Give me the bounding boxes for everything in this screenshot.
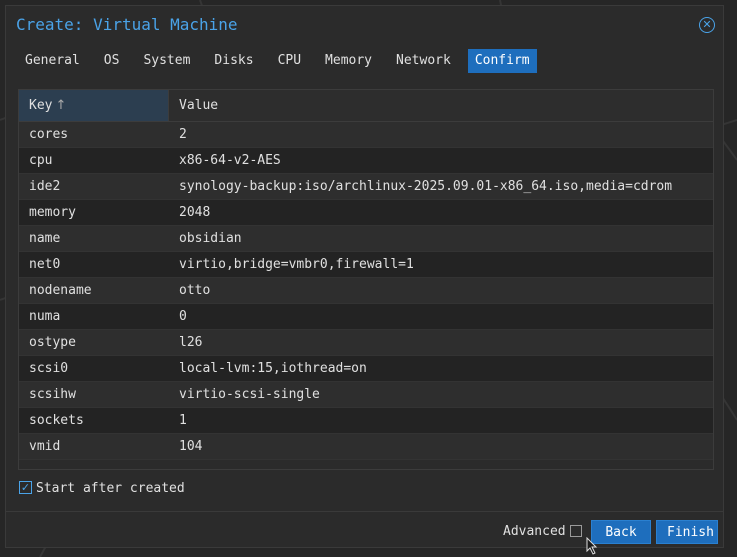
- dialog-titlebar: Create: Virtual Machine ✕: [6, 6, 723, 44]
- row-key: numa: [29, 309, 61, 324]
- row-key: nodename: [29, 283, 92, 298]
- row-key: vmid: [29, 439, 61, 454]
- tab-disks[interactable]: Disks: [207, 49, 260, 73]
- row-value: 2048: [179, 205, 211, 220]
- mouse-pointer-icon: [586, 537, 598, 555]
- tab-network[interactable]: Network: [389, 49, 458, 73]
- row-key: scsihw: [29, 387, 76, 402]
- start-after-created-label: Start after created: [36, 481, 185, 496]
- row-value: obsidian: [179, 231, 242, 246]
- advanced-label: Advanced: [503, 524, 566, 539]
- row-key: scsi0: [29, 361, 69, 376]
- tab-system[interactable]: System: [136, 49, 197, 73]
- finish-button[interactable]: Finish: [656, 520, 718, 544]
- sort-ascending-icon: ↑: [55, 98, 67, 113]
- table-row[interactable]: ide2 synology-backup:iso/archlinux-2025.0…: [19, 174, 713, 200]
- table-row[interactable]: scsihw virtio-scsi-single: [19, 382, 713, 408]
- row-value: otto: [179, 283, 211, 298]
- table-row[interactable]: net0 virtio,bridge=vmbr0,firewall=1: [19, 252, 713, 278]
- table-row[interactable]: numa 0: [19, 304, 713, 330]
- grid-header: Key ↑ Value: [19, 90, 713, 122]
- row-value: virtio-scsi-single: [179, 387, 320, 402]
- table-row[interactable]: sockets 1: [19, 408, 713, 434]
- row-key: ide2: [29, 179, 61, 194]
- table-row[interactable]: ostype l26: [19, 330, 713, 356]
- tab-confirm[interactable]: Confirm: [467, 49, 537, 73]
- table-row[interactable]: nodename otto: [19, 278, 713, 304]
- table-row[interactable]: name obsidian: [19, 226, 713, 252]
- row-value: l26: [179, 335, 203, 350]
- advanced-checkbox[interactable]: [569, 524, 582, 537]
- close-icon[interactable]: ✕: [699, 17, 715, 33]
- row-value: virtio,bridge=vmbr0,firewall=1: [179, 257, 414, 272]
- column-header-key-label: Key: [29, 98, 53, 113]
- row-value: 1: [179, 413, 187, 428]
- tab-memory[interactable]: Memory: [318, 49, 379, 73]
- grid-body: cores 2 cpu x86-64-v2-AES ide2 synology-backu…: [19, 122, 713, 460]
- create-vm-dialog: Create: Virtual Machine ✕ General OS Sys…: [5, 5, 724, 548]
- dialog-footer: Advanced Back Finish: [6, 511, 723, 550]
- tab-cpu[interactable]: CPU: [271, 49, 308, 73]
- row-value: 0: [179, 309, 187, 324]
- row-value: 104: [179, 439, 203, 454]
- back-button[interactable]: Back: [591, 520, 651, 544]
- row-key: sockets: [29, 413, 84, 428]
- row-value: 2: [179, 127, 187, 142]
- row-value: synology-backup:iso/archlinux-2025.09.01…: [179, 179, 673, 194]
- column-header-value[interactable]: Value: [169, 90, 218, 121]
- summary-grid: Key ↑ Value cores 2 cpu x86-64-v2-AES ide2 syn…: [18, 89, 714, 470]
- column-header-key[interactable]: Key ↑: [19, 90, 169, 121]
- row-key: cores: [29, 127, 69, 142]
- row-key: cpu: [29, 153, 53, 168]
- table-row[interactable]: vmid 104: [19, 434, 713, 460]
- row-key: memory: [29, 205, 76, 220]
- checkbox-checked-icon[interactable]: ✓: [19, 481, 32, 494]
- advanced-toggle[interactable]: Advanced: [503, 524, 582, 540]
- start-after-created-checkbox[interactable]: ✓ Start after created: [19, 481, 185, 497]
- row-key: net0: [29, 257, 61, 272]
- table-row[interactable]: cores 2: [19, 122, 713, 148]
- row-value: x86-64-v2-AES: [179, 153, 281, 168]
- tab-os[interactable]: OS: [97, 49, 127, 73]
- tab-general[interactable]: General: [18, 49, 87, 73]
- dialog-title: Create: Virtual Machine: [16, 15, 238, 34]
- row-value: local-lvm:15,iothread=on: [179, 361, 367, 376]
- wizard-tabs: General OS System Disks CPU Memory Netwo…: [18, 49, 547, 73]
- row-key: name: [29, 231, 61, 246]
- row-key: ostype: [29, 335, 76, 350]
- table-row[interactable]: cpu x86-64-v2-AES: [19, 148, 713, 174]
- table-row[interactable]: scsi0 local-lvm:15,iothread=on: [19, 356, 713, 382]
- table-row[interactable]: memory 2048: [19, 200, 713, 226]
